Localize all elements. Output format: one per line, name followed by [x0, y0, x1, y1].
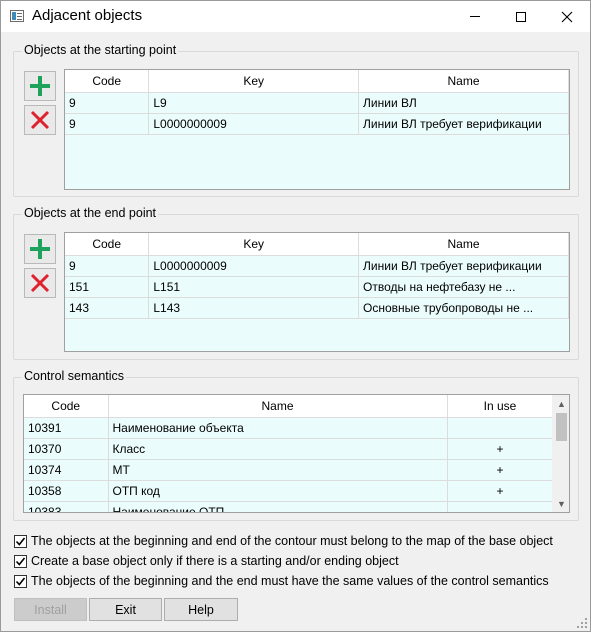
column-header-key[interactable]: Key — [148, 70, 360, 93]
cell-code: 10383 — [24, 501, 109, 512]
cell-code: 10358 — [24, 480, 109, 502]
option-same-semantics[interactable]: The objects of the beginning and the end… — [14, 573, 549, 589]
cell-in-use[interactable]: + — [447, 438, 554, 460]
cell-key: L9 — [148, 92, 360, 114]
option-same-map-label[interactable]: The objects at the beginning and end of … — [31, 534, 553, 548]
dialog-window: Adjacent objects Objects at the starting… — [0, 0, 591, 632]
cell-name: ОТП код — [108, 480, 448, 502]
table-row[interactable]: 9 L0000000009 Линии ВЛ требует верификац… — [65, 255, 569, 277]
column-header-name[interactable]: Name — [108, 395, 448, 418]
table-row[interactable]: 10374 МТ + — [24, 459, 554, 481]
checkbox-create-base-object[interactable] — [14, 554, 27, 568]
cell-code: 9 — [65, 92, 150, 114]
checkbox-same-map[interactable] — [14, 534, 27, 548]
minimize-button[interactable] — [452, 1, 498, 32]
cell-key: L151 — [148, 276, 360, 298]
control-semantics-group-label: Control semantics — [22, 369, 127, 383]
checkmark-icon — [15, 537, 26, 546]
cell-name: Отводы на нефтебазу не ... — [358, 276, 569, 298]
semantics-scrollbar[interactable]: ▲ ▼ — [552, 395, 569, 512]
delete-x-icon — [30, 273, 50, 293]
cell-code: 10370 — [24, 438, 109, 460]
column-header-code[interactable]: Code — [65, 70, 150, 93]
option-create-base-object-label[interactable]: Create a base object only if there is a … — [31, 554, 399, 568]
option-create-base-object[interactable]: Create a base object only if there is a … — [14, 553, 399, 569]
cell-key: L0000000009 — [148, 255, 360, 277]
cell-code: 9 — [65, 113, 150, 135]
column-header-name[interactable]: Name — [358, 233, 569, 256]
table-row[interactable]: 9 L9 Линии ВЛ — [65, 92, 569, 114]
column-header-in-use[interactable]: In use — [447, 395, 554, 418]
exit-button[interactable]: Exit — [89, 598, 162, 621]
cell-name: Линии ВЛ требует верификации — [358, 255, 569, 277]
cell-name: Основные трубопроводы не ... — [358, 297, 569, 319]
cell-key: L143 — [148, 297, 360, 319]
app-icon — [10, 10, 24, 22]
help-button[interactable]: Help — [164, 598, 238, 621]
cell-in-use[interactable] — [447, 417, 554, 439]
title-bar[interactable]: Adjacent objects — [1, 1, 590, 32]
window-title: Adjacent objects — [32, 7, 143, 24]
table-row[interactable]: 143 L143 Основные трубопроводы не ... — [65, 297, 569, 319]
cell-in-use[interactable]: + — [447, 480, 554, 502]
cell-name: Наименование ОТП — [108, 501, 448, 512]
cell-name: Класс — [108, 438, 448, 460]
install-button[interactable]: Install — [14, 598, 87, 621]
cell-code: 10374 — [24, 459, 109, 481]
table-row[interactable]: 10383 Наименование ОТП — [24, 501, 554, 512]
cell-code: 10391 — [24, 417, 109, 439]
minimize-icon — [470, 16, 480, 17]
plus-icon — [30, 239, 50, 259]
close-icon — [561, 11, 573, 22]
maximize-icon — [516, 11, 526, 22]
scroll-down-arrow-icon[interactable]: ▼ — [553, 495, 569, 512]
checkmark-icon — [15, 577, 26, 586]
end-add-button[interactable] — [24, 234, 56, 264]
checkbox-same-semantics[interactable] — [14, 574, 27, 588]
end-delete-button[interactable] — [24, 268, 56, 298]
column-header-name[interactable]: Name — [358, 70, 569, 93]
cell-code: 143 — [65, 297, 150, 319]
delete-x-icon — [30, 110, 50, 130]
close-button[interactable] — [544, 1, 590, 32]
checkmark-icon — [15, 557, 26, 566]
end-objects-group-label: Objects at the end point — [22, 206, 159, 220]
start-delete-button[interactable] — [24, 105, 56, 135]
scroll-up-arrow-icon[interactable]: ▲ — [553, 395, 569, 412]
cell-key: L0000000009 — [148, 113, 360, 135]
cell-name: МТ — [108, 459, 448, 481]
cell-in-use[interactable] — [447, 501, 554, 512]
plus-icon — [30, 76, 50, 96]
start-add-button[interactable] — [24, 71, 56, 101]
cell-code: 9 — [65, 255, 150, 277]
maximize-button[interactable] — [498, 1, 544, 32]
table-row[interactable]: 10370 Класс + — [24, 438, 554, 460]
resize-grip-icon[interactable] — [577, 618, 587, 628]
column-header-key[interactable]: Key — [148, 233, 360, 256]
cell-name: Линии ВЛ требует верификации — [358, 113, 569, 135]
cell-code: 151 — [65, 276, 150, 298]
scroll-thumb[interactable] — [556, 413, 567, 441]
start-objects-group-label: Objects at the starting point — [22, 43, 179, 57]
cell-name: Линии ВЛ — [358, 92, 569, 114]
start-objects-table[interactable]: Code Key Name 9 L9 Линии ВЛ 9 L000000000… — [64, 69, 570, 190]
end-objects-table[interactable]: Code Key Name 9 L0000000009 Линии ВЛ тре… — [64, 232, 570, 352]
column-header-code[interactable]: Code — [24, 395, 109, 418]
control-semantics-table[interactable]: Code Name In use 10391 Наименование объе… — [23, 394, 570, 513]
table-row[interactable]: 9 L0000000009 Линии ВЛ требует верификац… — [65, 113, 569, 135]
option-same-semantics-label[interactable]: The objects of the beginning and the end… — [31, 574, 549, 588]
table-row[interactable]: 151 L151 Отводы на нефтебазу не ... — [65, 276, 569, 298]
option-same-map[interactable]: The objects at the beginning and end of … — [14, 533, 553, 549]
column-header-code[interactable]: Code — [65, 233, 150, 256]
cell-in-use[interactable]: + — [447, 459, 554, 481]
cell-name: Наименование объекта — [108, 417, 448, 439]
table-row[interactable]: 10391 Наименование объекта — [24, 417, 554, 439]
table-row[interactable]: 10358 ОТП код + — [24, 480, 554, 502]
